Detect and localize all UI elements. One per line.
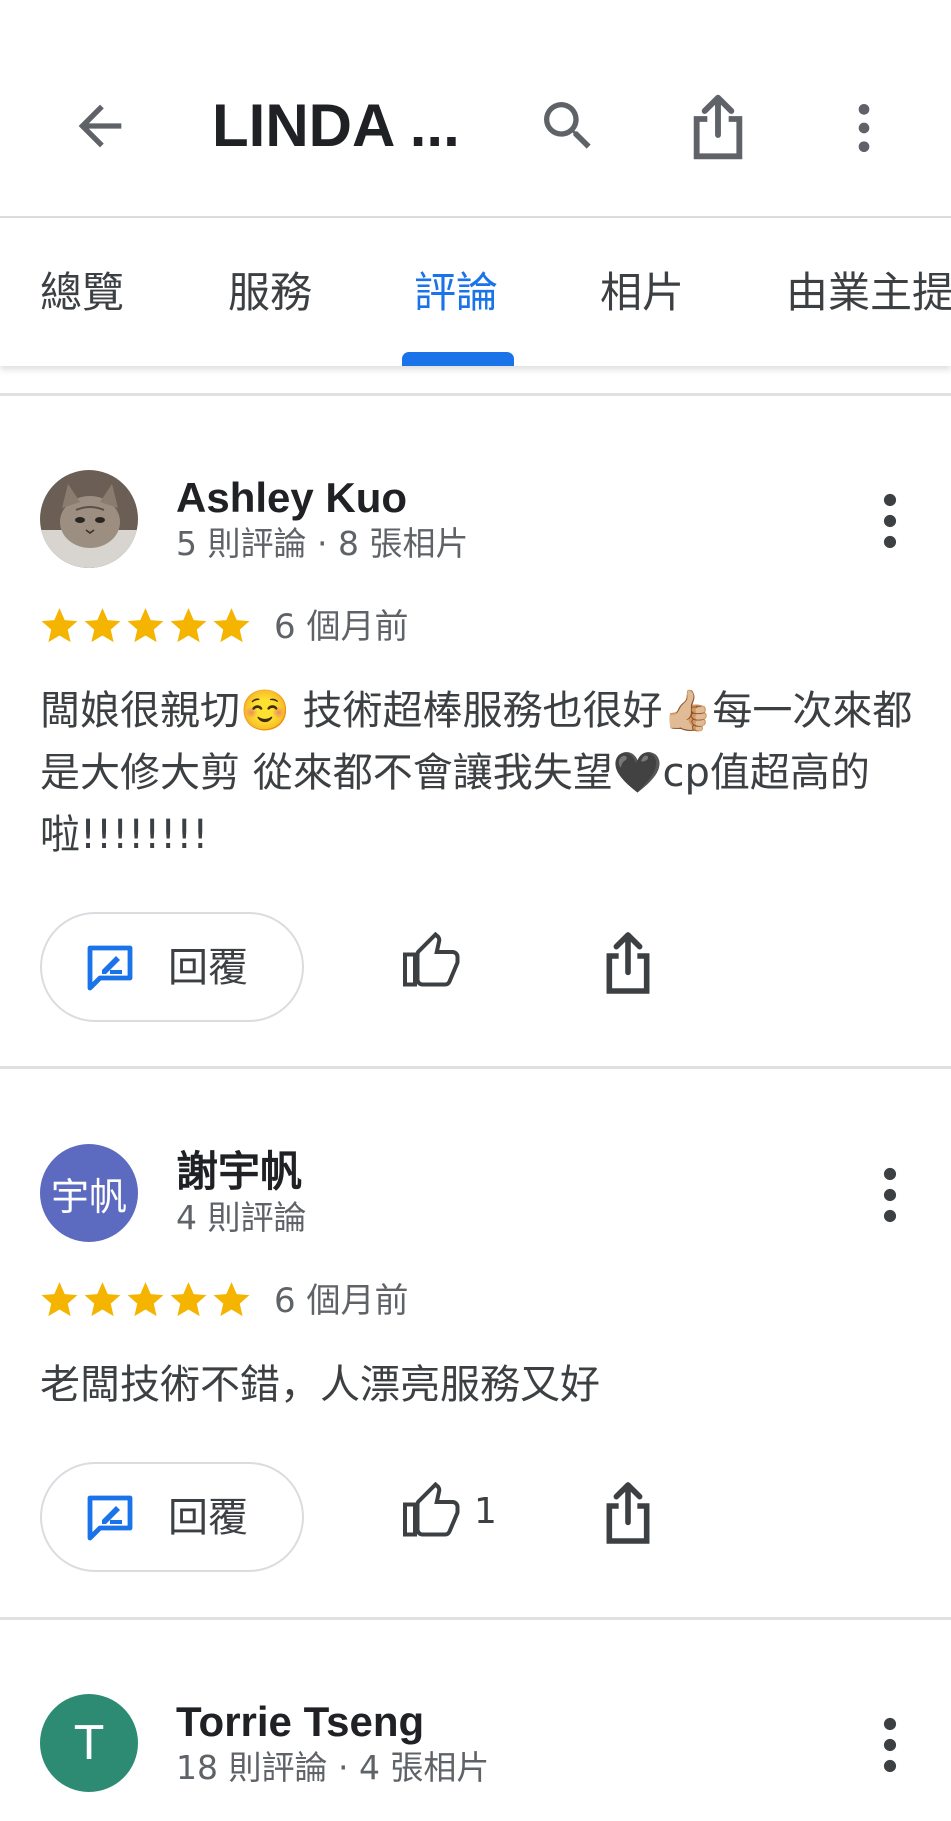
- reply-button[interactable]: 回覆: [40, 912, 304, 1022]
- review-card: T Torrie Tseng 18 則評論 · 4 張相片: [0, 1694, 951, 1821]
- reviewer-meta: 5 則評論 · 8 張相片: [176, 524, 469, 563]
- star-icon: [41, 608, 78, 643]
- review-text: 闆娘很親切☺️ 技術超棒服務也很好👍🏼每一次來都是大修大剪 從來都不會讓我失望🖤…: [40, 688, 913, 858]
- star-rating: [38, 604, 253, 648]
- avatar[interactable]: [40, 470, 138, 568]
- reviewer-name[interactable]: Torrie Tseng: [176, 1698, 424, 1746]
- review-text: 老闆技術不錯，人漂亮服務又好: [40, 1362, 600, 1408]
- reply-label: 回覆: [168, 945, 248, 991]
- top-app-bar: LINDA ...: [0, 0, 951, 218]
- share-icon[interactable]: [600, 928, 656, 998]
- thumbs-up-icon: [403, 1481, 460, 1537]
- more-options-icon[interactable]: [862, 1710, 918, 1780]
- star-icon: [213, 608, 250, 643]
- like-count: 1: [474, 1491, 497, 1532]
- active-tab-indicator: [402, 352, 514, 366]
- reviewer-name[interactable]: 謝宇帆: [176, 1148, 302, 1196]
- review-card: 宇帆 謝宇帆 4 則評論 6 個月前 老闆技術不錯，人漂亮服務又好 回覆 1: [0, 1144, 951, 1604]
- like-button[interactable]: [400, 931, 510, 1002]
- star-icon: [84, 1282, 121, 1317]
- reply-edit-icon: [84, 944, 136, 992]
- tab-photos[interactable]: 相片: [600, 268, 684, 318]
- review-card: Ashley Kuo 5 則評論 · 8 張相片 6 個月前 闆娘很親切☺️ 技…: [0, 470, 951, 1030]
- review-time: 6 個月前: [274, 1281, 409, 1321]
- tab-services[interactable]: 服務: [228, 268, 312, 318]
- tab-overview[interactable]: 總覽: [40, 268, 124, 318]
- share-icon[interactable]: [686, 92, 750, 162]
- star-rating: [38, 1278, 253, 1322]
- review-time: 6 個月前: [274, 607, 409, 647]
- divider: [0, 1066, 951, 1069]
- reply-button[interactable]: 回覆: [40, 1462, 304, 1572]
- page-title: LINDA ...: [212, 92, 460, 159]
- reply-label: 回覆: [168, 1495, 248, 1541]
- tab-bar: 總覽 服務 評論 相片 由業主提: [0, 218, 951, 366]
- avatar-initials: T: [74, 1716, 104, 1770]
- more-options-icon[interactable]: [862, 486, 918, 556]
- reply-edit-icon: [84, 1494, 136, 1542]
- avatar[interactable]: 宇帆: [40, 1144, 138, 1242]
- search-icon[interactable]: [536, 94, 600, 158]
- star-icon: [170, 608, 207, 643]
- reviewer-meta: 18 則評論 · 4 張相片: [176, 1748, 490, 1787]
- back-arrow-icon[interactable]: [68, 94, 132, 158]
- reviewer-name[interactable]: Ashley Kuo: [176, 474, 407, 522]
- reviewer-meta: 4 則評論: [176, 1198, 307, 1237]
- tab-from-owner[interactable]: 由業主提: [786, 268, 951, 318]
- divider: [0, 1617, 951, 1620]
- star-icon: [127, 608, 164, 643]
- more-options-icon[interactable]: [862, 1160, 918, 1230]
- star-icon: [41, 1282, 78, 1317]
- thumbs-up-icon: [403, 931, 460, 987]
- avatar[interactable]: T: [40, 1694, 138, 1792]
- tab-reviews[interactable]: 評論: [414, 268, 498, 318]
- more-options-icon[interactable]: [832, 96, 896, 160]
- share-icon[interactable]: [600, 1478, 656, 1548]
- star-icon: [84, 608, 121, 643]
- star-icon: [127, 1282, 164, 1317]
- divider: [0, 393, 951, 396]
- star-icon: [170, 1282, 207, 1317]
- star-icon: [213, 1282, 250, 1317]
- avatar-initials: 宇帆: [50, 1174, 127, 1219]
